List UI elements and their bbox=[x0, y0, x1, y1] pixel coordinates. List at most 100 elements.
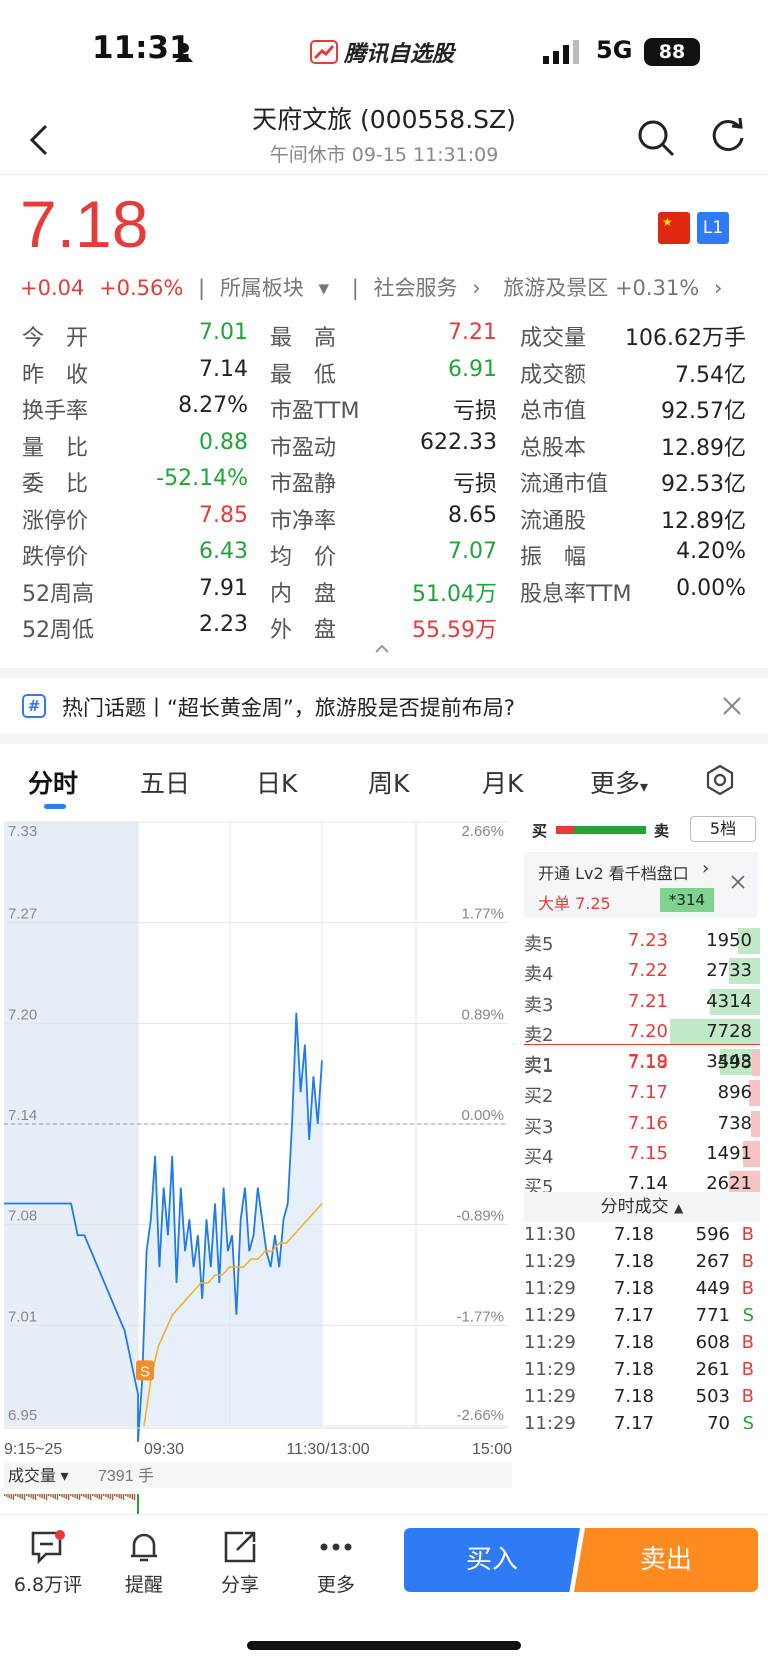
trade-price: 7.17 bbox=[613, 1413, 654, 1434]
stat-value: 6.43 bbox=[199, 539, 248, 564]
stat-label: 跌停价 bbox=[22, 545, 89, 570]
stat-label: 内 盘 bbox=[270, 581, 337, 607]
stat-value: 7.07 bbox=[448, 539, 497, 564]
volume-bar bbox=[41, 1494, 43, 1498]
tab-weekly-k[interactable]: 周K bbox=[368, 764, 409, 800]
lv2-promo[interactable]: 开通 Lv2 看千档盘口 › 大单 7.25 *314 bbox=[524, 852, 758, 918]
sector-link-2[interactable]: 旅游及景区 +0.31% › bbox=[503, 276, 730, 300]
stat-label: 外 盘 bbox=[270, 618, 337, 643]
trade-qty: 771 bbox=[695, 1305, 730, 1326]
volume-bar bbox=[129, 1494, 131, 1498]
x-axis-label: 09:30 bbox=[144, 1441, 184, 1458]
volume-bar bbox=[96, 1494, 98, 1498]
settings-icon[interactable] bbox=[704, 764, 736, 796]
order-level[interactable]: 买2 7.17 896 bbox=[524, 1078, 760, 1108]
depth-bar bbox=[751, 1110, 760, 1137]
home-indicator[interactable] bbox=[247, 1641, 521, 1650]
level-label: 买2 bbox=[524, 1086, 554, 1108]
volume-bar bbox=[63, 1494, 65, 1498]
trade-qty: 267 bbox=[695, 1251, 730, 1272]
stat-value: 106.62万手 bbox=[625, 326, 746, 351]
volume-bar bbox=[85, 1494, 87, 1498]
volume-bar bbox=[61, 1494, 63, 1497]
level-price: 7.18 bbox=[627, 1052, 668, 1073]
volume-bar bbox=[92, 1494, 94, 1496]
volume-bar bbox=[39, 1494, 41, 1497]
pct-axis-label: -2.66% bbox=[456, 1407, 504, 1424]
volume-bar bbox=[72, 1494, 74, 1497]
tab-five-day[interactable]: 五日 bbox=[140, 764, 190, 800]
volume-bar bbox=[87, 1494, 89, 1499]
trade-price: 7.17 bbox=[613, 1305, 654, 1326]
stat-label: 总市值 bbox=[520, 399, 587, 424]
more-icon bbox=[320, 1543, 352, 1551]
refresh-icon[interactable] bbox=[708, 116, 748, 156]
level-qty: 896 bbox=[717, 1082, 752, 1104]
order-level[interactable]: 买1 7.18 598 bbox=[524, 1048, 760, 1078]
volume-bar bbox=[43, 1494, 45, 1499]
trade-qty: 503 bbox=[695, 1386, 730, 1407]
buy-button[interactable]: 买入 bbox=[404, 1528, 580, 1592]
order-level[interactable]: 买3 7.16 738 bbox=[524, 1109, 760, 1139]
chevron-right-icon: › bbox=[713, 276, 723, 300]
stat-value: 亏损 bbox=[452, 399, 497, 424]
big-order: 大单 7.25 bbox=[538, 894, 611, 913]
level-label: 买1 bbox=[524, 1056, 554, 1077]
tab-intraday[interactable]: 分时 bbox=[28, 764, 78, 800]
stat-label: 成交额 bbox=[520, 362, 587, 388]
level-price: 7.21 bbox=[627, 990, 668, 1012]
collapse-icon[interactable] bbox=[374, 644, 390, 654]
stat-label: 市盈静 bbox=[270, 472, 337, 497]
sector-name: 社会服务 bbox=[373, 276, 458, 300]
volume-bar bbox=[114, 1494, 116, 1496]
section-divider bbox=[0, 668, 768, 678]
search-icon[interactable] bbox=[636, 118, 676, 158]
tab-monthly-k[interactable]: 月K bbox=[482, 764, 523, 800]
trade-time: 11:29 bbox=[524, 1332, 576, 1353]
china-flag-icon: ★ bbox=[658, 212, 690, 244]
close-icon[interactable] bbox=[730, 874, 746, 890]
sell-button[interactable]: 卖出 bbox=[574, 1528, 758, 1592]
tab-daily-k[interactable]: 日K bbox=[256, 764, 297, 800]
order-level[interactable]: 买4 7.15 1491 bbox=[524, 1139, 760, 1169]
tab-more[interactable]: 更多▾ bbox=[590, 764, 648, 800]
stat-value: 12.89亿 bbox=[661, 435, 746, 461]
order-level[interactable]: 卖3 7.21 4314 bbox=[524, 987, 760, 1017]
hashtag-icon: # bbox=[22, 694, 46, 718]
intraday-chart[interactable]: S 7.33 7.27 7.20 7.14 7.08 7.01 6.95 2.66% 1.77% 0… bbox=[4, 814, 512, 1519]
level-badge[interactable]: L1 bbox=[697, 212, 729, 244]
order-level[interactable]: 卖4 7.22 2733 bbox=[524, 956, 760, 986]
alert-button[interactable]: 提醒 bbox=[104, 1530, 184, 1597]
s-marker-label: S bbox=[140, 1363, 150, 1380]
volume-bar bbox=[17, 1494, 19, 1497]
trades-header[interactable]: 分时成交 ▲ bbox=[524, 1192, 760, 1222]
sell-header: 卖 bbox=[654, 822, 670, 840]
share-button[interactable]: 分享 bbox=[200, 1530, 280, 1597]
volume-bar bbox=[10, 1494, 12, 1499]
sector-dropdown[interactable]: 所属板块 ▾ bbox=[220, 276, 337, 300]
spread-divider bbox=[524, 1044, 760, 1045]
pct-axis-label: 2.66% bbox=[461, 823, 504, 840]
app-name: 腾讯自选股 bbox=[344, 42, 455, 67]
stat-value: 7.54亿 bbox=[675, 362, 746, 388]
order-level[interactable]: 卖5 7.23 1950 bbox=[524, 926, 760, 956]
stat-value: 2.23 bbox=[199, 612, 248, 637]
volume-bar bbox=[120, 1494, 122, 1499]
topic-banner[interactable]: # 热门话题丨“超长黄金周”，旅游股是否提前布局? bbox=[0, 678, 768, 734]
volume-bar bbox=[50, 1494, 52, 1497]
sector-link-1[interactable]: 社会服务 › bbox=[374, 276, 489, 300]
stat-label: 均 价 bbox=[270, 545, 337, 570]
close-icon[interactable] bbox=[722, 696, 742, 716]
volume-bar bbox=[15, 1494, 17, 1496]
y-axis-label: 7.08 bbox=[8, 1208, 37, 1225]
more-button[interactable]: 更多 bbox=[296, 1530, 376, 1597]
app-logo-icon bbox=[310, 40, 338, 64]
stat-value: 4.20% bbox=[676, 539, 746, 564]
levels-button[interactable]: 5档 bbox=[690, 816, 756, 842]
alert-label: 提醒 bbox=[124, 1574, 163, 1596]
y-axis-label: 7.33 bbox=[8, 823, 37, 840]
stat-label: 流通市值 bbox=[520, 472, 609, 497]
comments-button[interactable]: 6.8万评 bbox=[8, 1530, 88, 1597]
order-level[interactable]: 卖2 7.20 7728 bbox=[524, 1017, 760, 1047]
chevron-right-icon: › bbox=[472, 276, 481, 300]
